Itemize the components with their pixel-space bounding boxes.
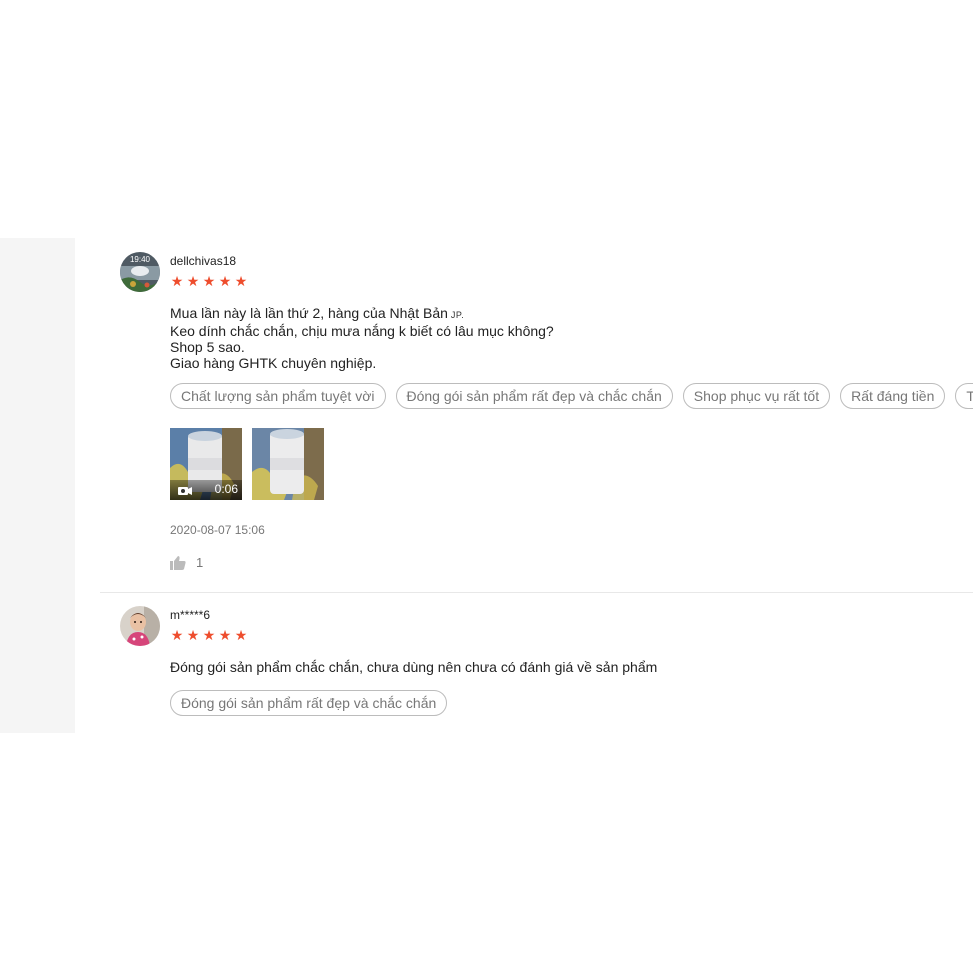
thumbs-up-icon[interactable] [170,555,186,570]
star-icon: ★ [202,627,216,643]
left-gutter [0,238,75,733]
star-icon: ★ [186,273,200,289]
star-icon: ★ [202,273,216,289]
content-line: Keo dính chắc chắn, chịu mưa nắng k biết… [170,323,554,339]
content-line: Đóng gói sản phẩm chắc chắn, chưa dùng n… [170,659,658,675]
star-icon: ★ [186,627,200,643]
video-camera-icon [178,487,192,495]
avatar-time: 19:40 [130,255,151,264]
review-tag: Đóng gói sản phẩm rất đẹp và chắc chắn [395,383,673,409]
star-rating: ★ ★ ★ ★ ★ [170,274,248,288]
star-icon: ★ [170,273,184,289]
review-tag: Chất lượng sản phẩm tuyệt vời [170,383,386,409]
review-divider [100,592,973,593]
video-overlay: 0:06 [170,480,242,500]
review-tags: Chất lượng sản phẩm tuyệt vời Đóng gói s… [170,383,973,409]
content-line: Mua lần này là lần thứ 2, hàng của Nhật … [170,305,465,321]
username[interactable]: m*****6 [170,608,210,622]
review-tag: Shop phục vụ rất tốt [682,383,831,409]
product-photo [252,428,324,500]
star-rating: ★ ★ ★ ★ ★ [170,628,248,642]
review-content: Mua lần này là lần thứ 2, hàng của Nhật … [170,305,554,371]
page: 19:40 dellchivas18 ★ ★ ★ ★ ★ Mua lần này… [0,0,973,973]
star-icon: ★ [218,627,232,643]
review-tag: T [955,383,973,409]
video-thumbnail[interactable]: 0:06 [170,428,242,500]
avatar-image [120,606,160,646]
image-thumbnail[interactable] [252,428,324,500]
content-line: Shop 5 sao. [170,339,245,355]
star-icon: ★ [218,273,232,289]
avatar[interactable] [120,606,160,646]
review-timestamp: 2020-08-07 15:06 [170,523,265,537]
star-icon: ★ [170,627,184,643]
star-icon: ★ [234,273,248,289]
review-media: 0:06 [170,428,324,500]
review-content: Đóng gói sản phẩm chắc chắn, chưa dùng n… [170,659,657,675]
avatar[interactable]: 19:40 [120,252,160,292]
star-icon: ★ [234,627,248,643]
like-section: 1 [170,555,203,570]
jp-tag: JP. [450,310,465,320]
video-duration: 0:06 [214,482,238,496]
like-count: 1 [196,555,204,570]
content-line: Giao hàng GHTK chuyên nghiệp. [170,355,377,371]
review-tags: Đóng gói sản phẩm rất đẹp và chắc chắn [170,690,448,716]
review-tag: Đóng gói sản phẩm rất đẹp và chắc chắn [170,690,448,716]
review-tag: Rất đáng tiền [840,383,946,409]
username[interactable]: dellchivas18 [170,254,236,268]
avatar-image: 19:40 [120,252,160,292]
